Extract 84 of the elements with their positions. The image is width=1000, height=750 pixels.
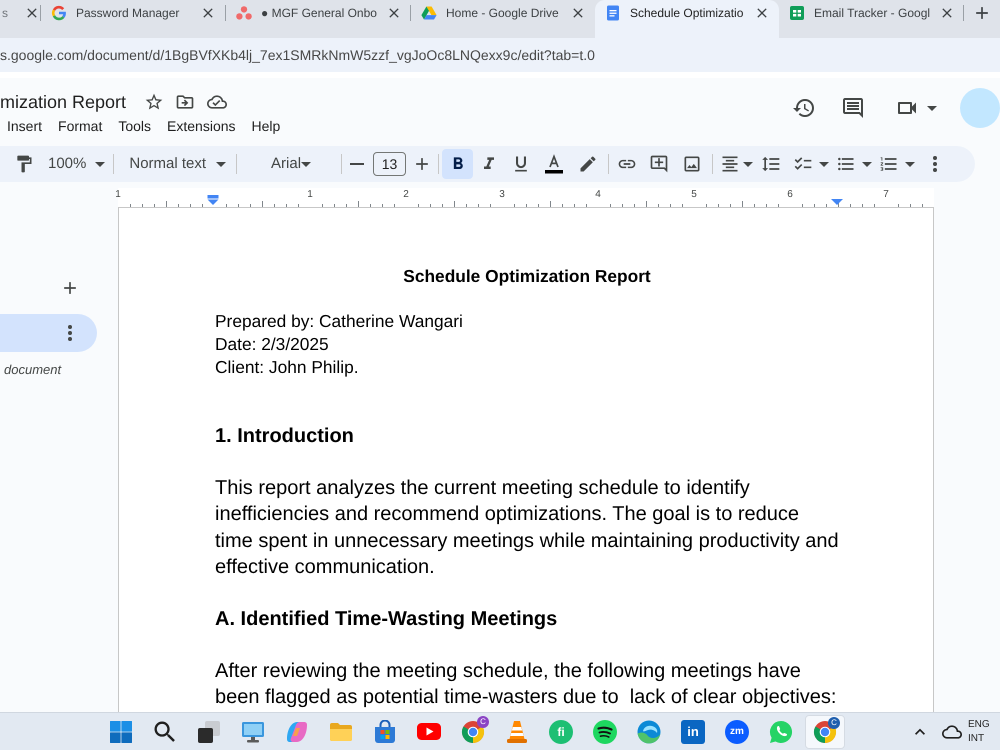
document-logo-icon <box>605 5 621 21</box>
minus-icon <box>350 163 364 165</box>
body-paragraph: This report analyzes the current meeting schedule to identify inefficiencies and recommend optimizations. The goal is to reduce time spent in unnecessary meetings while maintaining productivity and effective communication. <box>215 476 840 580</box>
caret-icon <box>905 162 916 166</box>
ruler-number: 1 <box>307 189 313 201</box>
browser-logo-icon <box>461 720 485 744</box>
profile-badge: C <box>828 716 840 728</box>
taskbar-app-button[interactable]: C <box>805 714 845 748</box>
line-spacing-icon <box>761 154 782 174</box>
star-button[interactable] <box>144 92 164 112</box>
indent-marker-icon[interactable] <box>831 199 843 205</box>
ruler-number: 1 <box>115 189 121 201</box>
caret-icon <box>819 162 830 166</box>
app-logo: in <box>681 720 705 744</box>
phone-bubble-icon <box>769 720 793 744</box>
meta-line: Client: John Philip. <box>215 356 360 379</box>
g-logo-icon <box>51 5 67 21</box>
ruler-number: 2 <box>403 189 409 201</box>
caret-icon <box>301 162 312 166</box>
shopping-bag-icon <box>373 720 397 744</box>
outline-hint: document <box>3 362 62 378</box>
monitor-icon <box>241 720 265 744</box>
caret-icon <box>216 162 226 166</box>
comment-icon <box>841 96 865 120</box>
triangle-logo-icon <box>421 5 437 21</box>
caret-icon <box>743 162 754 166</box>
spreadsheet-logo-icon <box>789 5 805 21</box>
section-heading: A. Identified Time-Wasting Meetings <box>215 606 558 632</box>
more-icon <box>933 156 938 172</box>
caret-icon <box>95 162 106 166</box>
paragraph-style-select[interactable]: Normal text <box>121 149 232 179</box>
body-paragraph: After reviewing the meeting schedule, the following meetings have been flagged as potential time-wasters due to lack of clear objectives: <box>215 658 838 710</box>
report-title: Schedule Optimization Report <box>402 265 652 288</box>
more-icon <box>68 325 72 341</box>
image-icon <box>682 154 702 174</box>
video-play-icon <box>417 723 441 740</box>
font-size-field[interactable]: 13 <box>373 152 406 176</box>
caret-icon <box>927 106 937 110</box>
menu-item[interactable]: Tools <box>111 115 158 137</box>
browser-tab[interactable]: Password Manager <box>41 0 225 38</box>
browser-tab[interactable]: s <box>0 0 40 38</box>
taskbar-app-button[interactable]: C <box>453 714 493 748</box>
menu-item[interactable]: Help <box>244 115 288 137</box>
font-select[interactable]: Arial <box>244 149 338 179</box>
taskbar-app-button[interactable]: in <box>673 714 713 748</box>
sound-waves-logo-icon <box>593 720 617 744</box>
menu-item[interactable]: Insert <box>0 115 50 137</box>
star-icon <box>144 92 164 112</box>
section-heading: 1. Introduction <box>215 424 355 449</box>
browser-tab[interactable]: Home - Google Drive <box>411 0 595 38</box>
history-icon <box>792 96 816 120</box>
caret-icon <box>862 162 872 166</box>
align-center-icon <box>720 154 740 174</box>
address-field[interactable]: s.google.com/document/d/1BgBVfXKb4lj_7ex1SMRkNmW5zzf_vgJoOc8LNQexx9c/edit?tab=t.0 <box>0 38 1000 72</box>
add-comment-icon <box>649 154 670 174</box>
menu-item[interactable]: Format <box>51 115 110 137</box>
browser-tab[interactable]: Email Tracker - Googl <box>779 0 963 38</box>
browser-tab[interactable]: ● MGF General Onbo <box>226 0 410 38</box>
input-language-button[interactable]: ENG INT <box>968 718 990 746</box>
menu-item[interactable]: Extensions <box>160 115 243 137</box>
marker-pen-icon <box>578 154 598 174</box>
app-logo: zm <box>725 720 749 744</box>
ruler-number: 6 <box>787 189 793 201</box>
text-color-icon <box>544 154 564 174</box>
ruler-number: 5 <box>691 189 697 201</box>
profile-badge: C <box>477 716 489 728</box>
ruler-number: 4 <box>595 189 601 201</box>
traffic-cone-icon <box>505 720 529 744</box>
stacked-windows-icon <box>197 720 221 744</box>
bold-button[interactable] <box>442 149 474 179</box>
meta-line: Prepared by: Catherine Wangari <box>215 310 464 333</box>
swirl-logo-icon <box>285 720 309 744</box>
zoom-select[interactable]: 100% <box>42 149 112 179</box>
three-dots-logo-icon <box>236 5 252 21</box>
ruler-number: 3 <box>499 189 505 201</box>
taskbar-app-button[interactable]: zm <box>717 714 757 748</box>
indent-marker-icon[interactable] <box>207 195 219 205</box>
app-logo: fi <box>549 720 573 744</box>
ruler-number: 7 <box>883 189 889 201</box>
browser-tab[interactable]: Schedule Optimizatio <box>595 0 779 38</box>
document-title[interactable]: mization Report <box>0 90 126 114</box>
four-squares-logo-icon <box>109 720 133 744</box>
wave-logo-icon <box>637 720 661 744</box>
meta-line: Date: 2/3/2025 <box>215 333 330 356</box>
